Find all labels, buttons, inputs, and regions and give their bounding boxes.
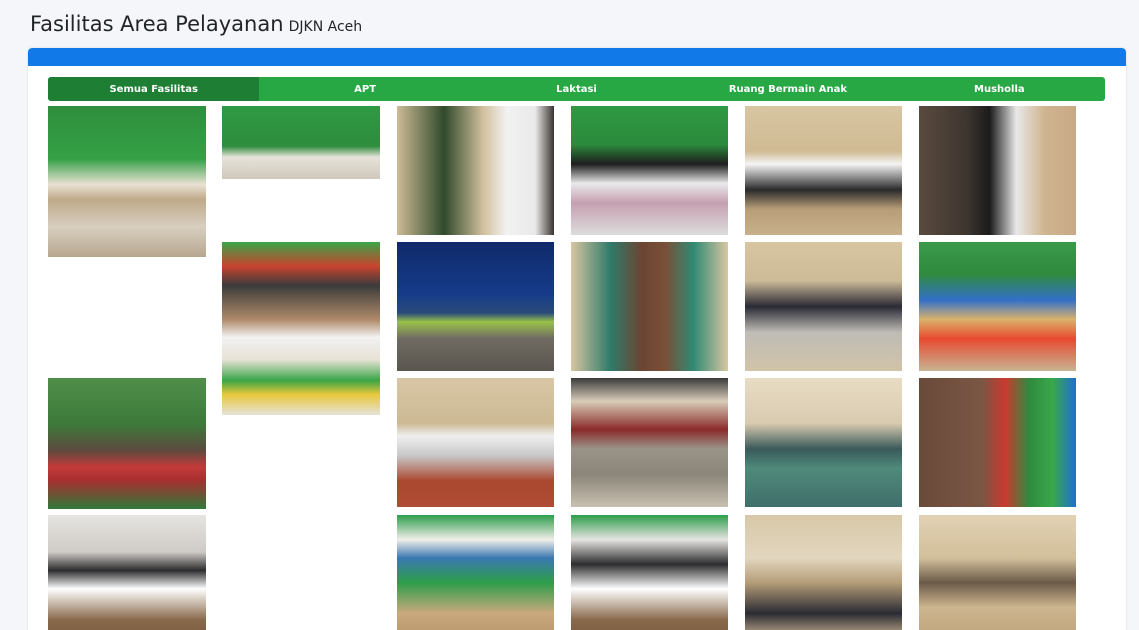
page-title-main: Fasilitas Area Pelayanan xyxy=(30,12,284,36)
gallery-photo[interactable] xyxy=(222,242,380,415)
photo-image xyxy=(571,378,728,507)
tab-musholla[interactable]: Musholla xyxy=(894,77,1105,101)
photo-image xyxy=(397,242,554,371)
gallery-photo[interactable] xyxy=(48,515,206,630)
gallery-photo[interactable] xyxy=(571,515,728,630)
photo-image xyxy=(745,378,902,507)
tab-laktasi[interactable]: Laktasi xyxy=(471,77,682,101)
photo-image xyxy=(48,378,206,509)
card-header-bar xyxy=(28,48,1126,66)
gallery-photo[interactable] xyxy=(571,242,728,371)
gallery-photo[interactable] xyxy=(222,106,380,179)
photo-image xyxy=(222,242,380,415)
gallery-photo[interactable] xyxy=(745,378,902,507)
photo-image xyxy=(397,106,554,235)
photo-image xyxy=(571,515,728,630)
gallery-photo[interactable] xyxy=(745,106,902,235)
gallery-photo[interactable] xyxy=(745,242,902,371)
gallery-photo[interactable] xyxy=(571,378,728,507)
gallery-photo[interactable] xyxy=(397,106,554,235)
photo-image xyxy=(919,378,1076,507)
photo-image xyxy=(397,515,554,630)
photo-image xyxy=(919,515,1076,630)
photo-image xyxy=(571,106,728,235)
photo-image xyxy=(745,106,902,235)
photo-image xyxy=(397,378,554,507)
photo-image xyxy=(48,106,206,257)
gallery-photo[interactable] xyxy=(397,515,554,630)
gallery-photo[interactable] xyxy=(48,378,206,509)
gallery-photo[interactable] xyxy=(397,378,554,507)
gallery-photo[interactable] xyxy=(919,106,1076,235)
filter-tabs: Semua Fasilitas APT Laktasi Ruang Bermai… xyxy=(48,77,1105,101)
gallery-photo[interactable] xyxy=(745,515,902,630)
tab-ruang-bermain-anak[interactable]: Ruang Bermain Anak xyxy=(682,77,893,101)
gallery-card: Semua Fasilitas APT Laktasi Ruang Bermai… xyxy=(28,48,1126,630)
photo-image xyxy=(919,106,1076,235)
photo-image xyxy=(919,242,1076,371)
gallery-photo[interactable] xyxy=(571,106,728,235)
gallery-photo[interactable] xyxy=(919,378,1076,507)
photo-image xyxy=(745,242,902,371)
photo-image xyxy=(48,515,206,630)
photo-image xyxy=(571,242,728,371)
photo-image xyxy=(222,106,380,179)
photo-image xyxy=(745,515,902,630)
tab-semua-fasilitas[interactable]: Semua Fasilitas xyxy=(48,77,260,101)
gallery-photo[interactable] xyxy=(397,242,554,371)
gallery-photo[interactable] xyxy=(919,242,1076,371)
tab-apt[interactable]: APT xyxy=(259,77,470,101)
page-title: Fasilitas Area Pelayanan DJKN Aceh xyxy=(30,12,362,36)
gallery-photo[interactable] xyxy=(48,106,206,257)
page-title-sub: DJKN Aceh xyxy=(288,19,363,35)
gallery-photo[interactable] xyxy=(919,515,1076,630)
